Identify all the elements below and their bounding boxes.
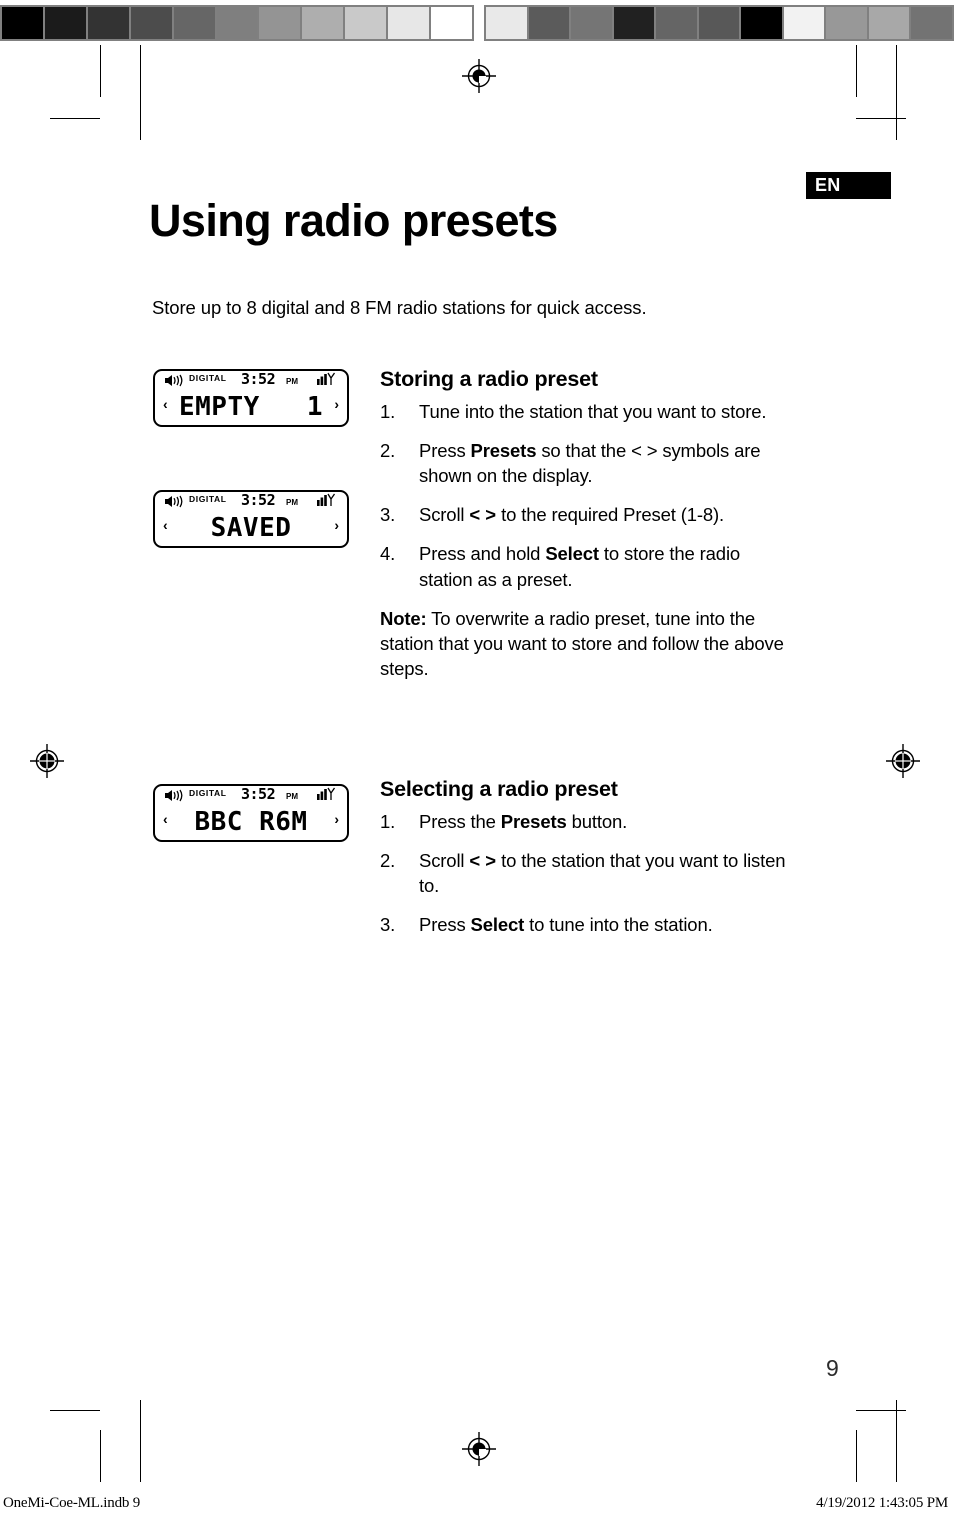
lcd-meridiem: PM: [286, 498, 298, 507]
step-text: Press and hold Select to store the radio…: [419, 541, 795, 591]
step-number: 3.: [380, 914, 396, 936]
lcd-display-empty-preset: DIGITAL 3:52 PM ‹ › EMPTY 1: [153, 369, 349, 427]
step-text: Press Select to tune into the station.: [419, 912, 795, 937]
step-text: Scroll < > to the station that you want …: [419, 848, 795, 898]
step-text-emphasis: Select: [470, 914, 525, 936]
list-item: 3. Press Select to tune into the station…: [380, 912, 795, 937]
footer-filename: OneMi-Coe-ML.indb 9: [3, 1495, 141, 1511]
note-block: Note: To overwrite a radio preset, tune …: [380, 606, 795, 681]
step-text: Press the Presets button.: [419, 809, 795, 834]
step-number: 3.: [380, 504, 396, 526]
lcd-arrow-left: ‹: [163, 396, 168, 412]
lcd-text-row: EMPTY 1: [175, 389, 327, 425]
note-text: To overwrite a radio preset, tune into t…: [380, 607, 784, 680]
lcd-mode-label: DIGITAL: [189, 788, 227, 798]
step-text: Scroll < > to the required Preset (1-8).: [419, 502, 795, 527]
lcd-mode-label: DIGITAL: [189, 494, 227, 504]
step-text-emphasis: Presets: [500, 810, 567, 832]
section-heading: Selecting a radio preset: [380, 777, 618, 801]
step-number: 2.: [380, 439, 396, 461]
manual-page: Using radio presets EN Store up to 8 dig…: [0, 0, 954, 1526]
lcd-mode-label: DIGITAL: [189, 373, 227, 383]
speaker-icon: [165, 495, 183, 508]
lcd-clock: 3:52: [241, 491, 276, 509]
speaker-icon: [165, 374, 183, 387]
lcd-clock: 3:52: [241, 785, 276, 803]
step-text: Press Presets so that the < > symbols ar…: [419, 438, 795, 488]
step-text-part: Press: [419, 439, 471, 461]
list-item: 2. Press Presets so that the < > symbols…: [380, 438, 795, 488]
note-label: Note:: [380, 607, 427, 629]
step-number: 1.: [380, 810, 396, 832]
step-text-part: to tune into the station.: [524, 914, 713, 936]
lcd-preset-number: 1: [306, 392, 323, 422]
list-item: 4. Press and hold Select to store the ra…: [380, 541, 795, 591]
scroll-arrows-symbol: < >: [469, 504, 497, 526]
step-text-part: Press: [419, 914, 471, 936]
page-title: Using radio presets: [149, 195, 558, 247]
list-item: 1. Press the Presets button.: [380, 809, 795, 834]
step-text-part: to the required Preset (1-8).: [496, 504, 724, 526]
lcd-display-saved: DIGITAL 3:52 PM ‹ › SAVED: [153, 490, 349, 548]
step-text-part: Scroll: [419, 849, 470, 871]
step-text-part: Scroll: [419, 504, 470, 526]
step-text-part: Press the: [419, 810, 501, 832]
lcd-display-text: EMPTY: [179, 392, 260, 422]
section-selecting-a-radio-preset: Selecting a radio preset 1. Press the Pr…: [380, 777, 795, 951]
lcd-arrow-left: ‹: [163, 517, 168, 533]
lcd-clock: 3:52: [241, 370, 276, 388]
step-text: Tune into the station that you want to s…: [419, 399, 795, 424]
list-item: 3. Scroll < > to the required Preset (1-…: [380, 502, 795, 527]
signal-antenna-icon: [317, 787, 336, 800]
speaker-icon: [165, 789, 183, 802]
signal-antenna-icon: [317, 493, 336, 506]
list-item: 1. Tune into the station that you want t…: [380, 399, 795, 424]
footer-timestamp: 4/19/2012 1:43:05 PM: [816, 1495, 948, 1511]
step-number: 4.: [380, 543, 396, 565]
step-number: 2.: [380, 849, 396, 871]
lcd-arrow-right: ›: [334, 811, 339, 827]
scroll-arrows-symbol: < >: [469, 849, 497, 871]
lcd-meridiem: PM: [286, 377, 298, 386]
language-badge: EN: [806, 172, 891, 199]
step-text-emphasis: Presets: [470, 439, 537, 461]
lcd-display-text: SAVED: [210, 513, 292, 543]
lcd-arrow-right: ›: [334, 396, 339, 412]
signal-antenna-icon: [317, 372, 336, 385]
lcd-display-station: DIGITAL 3:52 PM ‹ › BBC R6M: [153, 784, 349, 842]
lcd-text-row: BBC R6M: [175, 804, 327, 840]
section-storing-a-radio-preset: Storing a radio preset 1. Tune into the …: [380, 367, 795, 703]
lcd-display-text: BBC R6M: [194, 807, 308, 837]
step-text-part: Press and hold: [419, 543, 546, 565]
lcd-meridiem: PM: [286, 792, 298, 801]
step-number: 1.: [380, 400, 396, 422]
list-item: 2. Scroll < > to the station that you wa…: [380, 848, 795, 898]
page-number: 9: [826, 1355, 839, 1381]
lcd-arrow-right: ›: [334, 517, 339, 533]
step-text-part: button.: [566, 810, 628, 832]
intro-paragraph: Store up to 8 digital and 8 FM radio sta…: [152, 296, 647, 318]
section-heading: Storing a radio preset: [380, 367, 598, 391]
step-text-part: Tune into the station that you want to s…: [419, 400, 767, 422]
lcd-text-row: SAVED: [175, 510, 327, 546]
lcd-arrow-left: ‹: [163, 811, 168, 827]
step-text-emphasis: Select: [545, 543, 599, 565]
